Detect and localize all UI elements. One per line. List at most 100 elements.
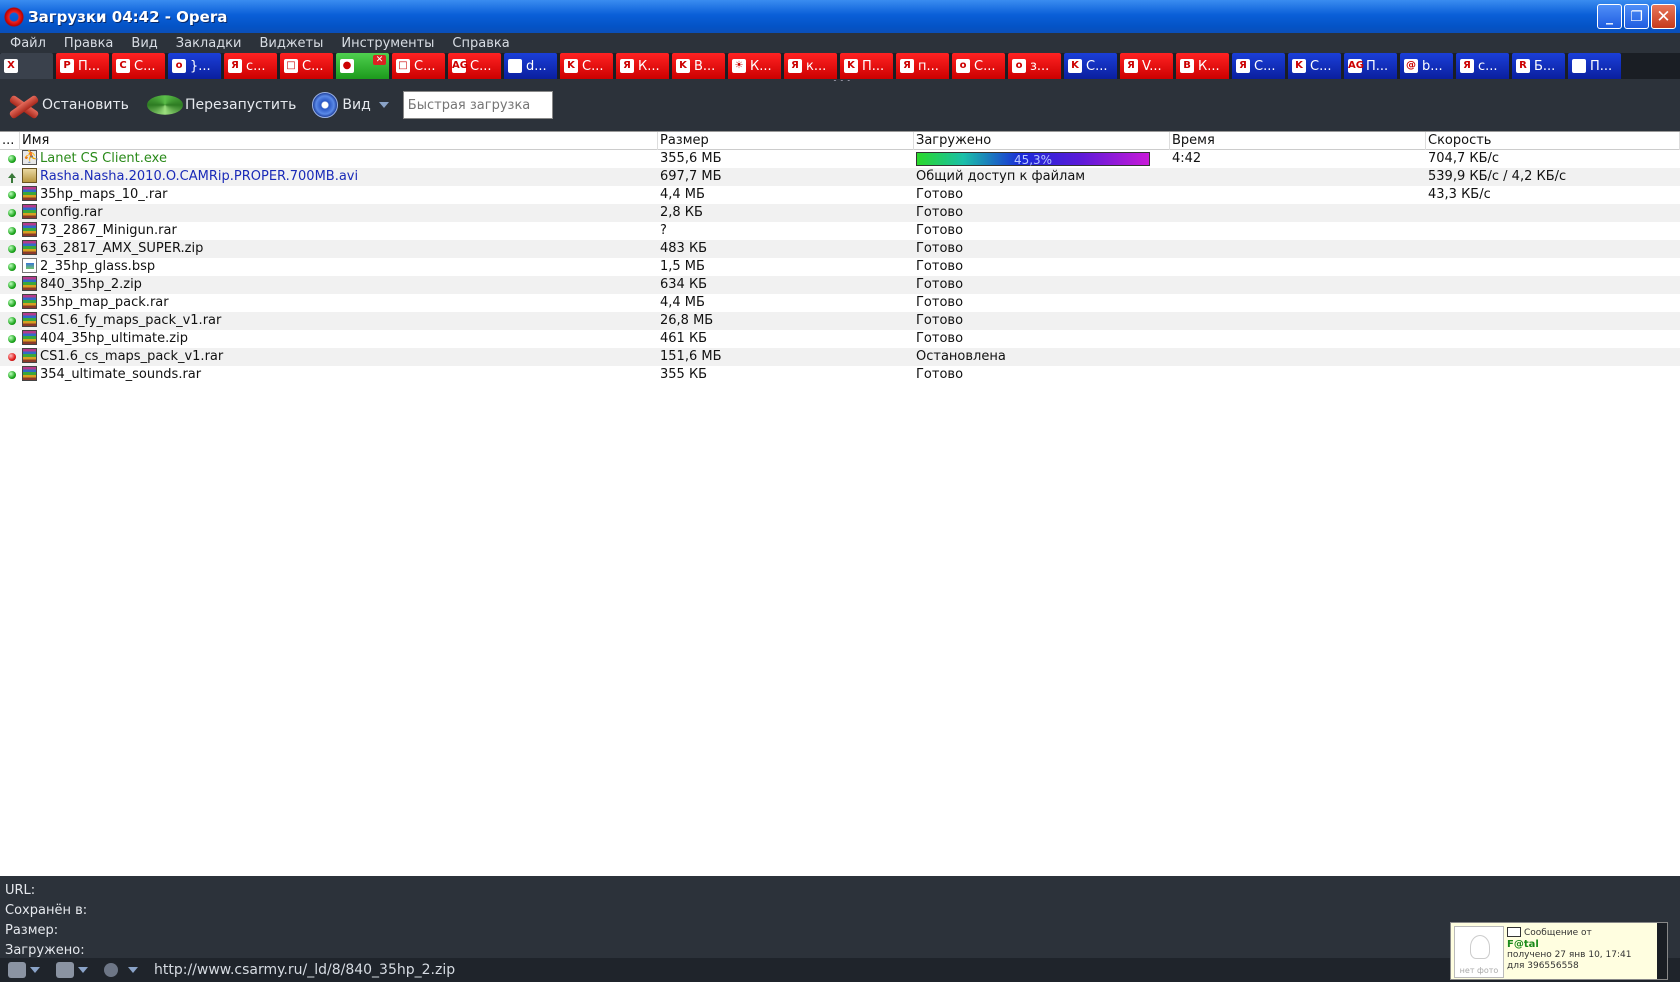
tab[interactable]: Я V... <box>1120 53 1173 79</box>
column-speed[interactable]: Скорость <box>1426 131 1680 150</box>
loaded-status: Готово <box>916 187 964 202</box>
quick-download-input[interactable] <box>402 91 553 119</box>
menu-help[interactable]: Справка <box>452 36 509 51</box>
view-icon <box>312 92 339 118</box>
row-name-cell: 35hp_maps_10_.rar <box>20 186 658 204</box>
tab-favicon-icon: ☀ <box>732 59 746 73</box>
tab[interactable]: K С... <box>1064 53 1117 79</box>
menu-file[interactable]: Файл <box>10 36 46 51</box>
tab[interactable]: П... <box>1568 53 1621 79</box>
tab[interactable]: o з... <box>1008 53 1061 79</box>
table-row[interactable]: CS1.6_fy_maps_pack_v1.rar 26,8 МБ Готово <box>0 312 1680 330</box>
turbo-icon[interactable] <box>56 962 74 978</box>
list-header: ... Имя Размер Загружено Время Скорость <box>0 131 1680 150</box>
table-row[interactable]: CS1.6_cs_maps_pack_v1.rar 151,6 МБ Останов… <box>0 348 1680 366</box>
tab[interactable]: B К... <box>1176 53 1229 79</box>
stop-button[interactable]: Остановить <box>6 91 129 119</box>
tab[interactable]: K В... <box>672 53 725 79</box>
tab[interactable]: C С... <box>112 53 165 79</box>
transfer-speed: 704,7 КБ/с <box>1428 151 1500 166</box>
tab[interactable]: X <box>0 53 53 79</box>
tab-label: Б... <box>1534 58 1556 74</box>
tab[interactable]: ● ✕ <box>336 53 389 79</box>
table-row[interactable]: 2_35hp_glass.bsp 1,5 МБ Готово <box>0 258 1680 276</box>
time-remaining <box>1170 294 1426 312</box>
tab-favicon-icon: Я <box>788 59 802 73</box>
tab[interactable]: K П... <box>840 53 893 79</box>
message-notification[interactable]: нет фото Сообщение от F@tal получено 27 … <box>1450 922 1668 980</box>
tab-favicon-icon: B <box>1180 59 1194 73</box>
tab[interactable]: R Б... <box>1512 53 1565 79</box>
title-bar[interactable]: Загрузки 04:42 - Opera _ ❐ ✕ <box>0 0 1680 33</box>
table-row[interactable]: config.rar 2,8 КБ Готово <box>0 204 1680 222</box>
tab[interactable]: Я К... <box>616 53 669 79</box>
table-row[interactable]: 35hp_maps_10_.rar 4,4 МБ Готово 43,3 КБ/с <box>0 186 1680 204</box>
table-row[interactable]: 404_35hp_ultimate.zip 461 КБ Готово <box>0 330 1680 348</box>
tab-label: С... <box>1254 58 1276 74</box>
table-row[interactable]: 840_35hp_2.zip 634 КБ Готово <box>0 276 1680 294</box>
unite-icon[interactable] <box>104 963 118 977</box>
chevron-down-icon[interactable] <box>30 967 40 973</box>
transfer-speed <box>1426 204 1680 222</box>
tab[interactable]: d... <box>504 53 557 79</box>
menu-edit[interactable]: Правка <box>64 36 113 51</box>
tab[interactable]: o}... <box>168 53 221 79</box>
file-size: 1,5 МБ <box>660 259 705 274</box>
table-row[interactable]: 35hp_map_pack.rar 4,4 МБ Готово <box>0 294 1680 312</box>
loaded-status: Готово <box>916 277 964 292</box>
notification-scrollbar[interactable] <box>1657 923 1667 979</box>
tab[interactable]: K С... <box>1288 53 1341 79</box>
tab-label: С... <box>470 58 492 74</box>
tab[interactable]: AG П... <box>1344 53 1397 79</box>
tab[interactable]: P П... <box>56 53 109 79</box>
tab[interactable]: @ b... <box>1400 53 1453 79</box>
menu-tools[interactable]: Инструменты <box>341 36 434 51</box>
table-row[interactable]: 73_2867_Minigun.rar? Готово <box>0 222 1680 240</box>
table-row[interactable]: Rasha.Nasha.2010.O.CAMRip.PROPER.700MB.a… <box>0 168 1680 186</box>
tab[interactable]: o С... <box>952 53 1005 79</box>
column-status[interactable]: ... <box>0 131 20 150</box>
chevron-down-icon[interactable] <box>78 967 88 973</box>
rar-file-icon <box>22 348 37 363</box>
file-name: 840_35hp_2.zip <box>40 277 142 292</box>
table-row[interactable]: 63_2817_AMX_SUPER.zip 483 КБ Готово <box>0 240 1680 258</box>
transfer-speed <box>1426 258 1680 276</box>
tab[interactable]: Яп... <box>896 53 949 79</box>
tab[interactable]: Я С... <box>1232 53 1285 79</box>
restart-icon <box>146 95 183 115</box>
view-button[interactable]: Вид <box>302 92 389 118</box>
tab[interactable]: □ С... <box>392 53 445 79</box>
column-name[interactable]: Имя <box>20 131 658 150</box>
rar-file-icon <box>22 240 37 255</box>
column-loaded[interactable]: Загружено <box>914 131 1170 150</box>
row-name-cell: 73_2867_Minigun.rar <box>20 222 658 240</box>
notification-title: Сообщение от <box>1524 928 1592 938</box>
row-status-cell <box>0 168 20 186</box>
rar-file-icon <box>22 204 37 219</box>
tab[interactable]: Яс... <box>1456 53 1509 79</box>
maximize-button[interactable]: ❐ <box>1624 4 1649 29</box>
tab[interactable]: □ С... <box>280 53 333 79</box>
rar-file-icon <box>22 186 37 201</box>
minimize-button[interactable]: _ <box>1597 4 1622 29</box>
close-button[interactable]: ✕ <box>1651 4 1676 29</box>
tab-close-icon[interactable]: ✕ <box>373 55 386 65</box>
chevron-down-icon[interactable] <box>128 967 138 973</box>
tab-favicon-icon <box>1572 59 1586 73</box>
menu-bookmarks[interactable]: Закладки <box>176 36 242 51</box>
restart-button[interactable]: Перезапустить <box>135 91 296 119</box>
column-time[interactable]: Время <box>1170 131 1426 150</box>
column-size[interactable]: Размер <box>658 131 914 150</box>
panel-toggle-icon[interactable] <box>8 962 26 978</box>
bsp-file-icon <box>22 258 37 273</box>
tab[interactable]: Як... <box>784 53 837 79</box>
tab[interactable]: AG С... <box>448 53 501 79</box>
tab[interactable]: ☀ К... <box>728 53 781 79</box>
tab[interactable]: Яс... <box>224 53 277 79</box>
tab[interactable]: K С... <box>560 53 613 79</box>
table-row[interactable]: Lanet CS Client.exe 355,6 МБ 45,3% 4:42 704,… <box>0 150 1680 168</box>
table-row[interactable]: 354_ultimate_sounds.rar 355 КБ Готово <box>0 366 1680 384</box>
menu-view[interactable]: Вид <box>131 36 157 51</box>
menu-widgets[interactable]: Виджеты <box>259 36 323 51</box>
loaded-status: Готово <box>916 223 964 238</box>
